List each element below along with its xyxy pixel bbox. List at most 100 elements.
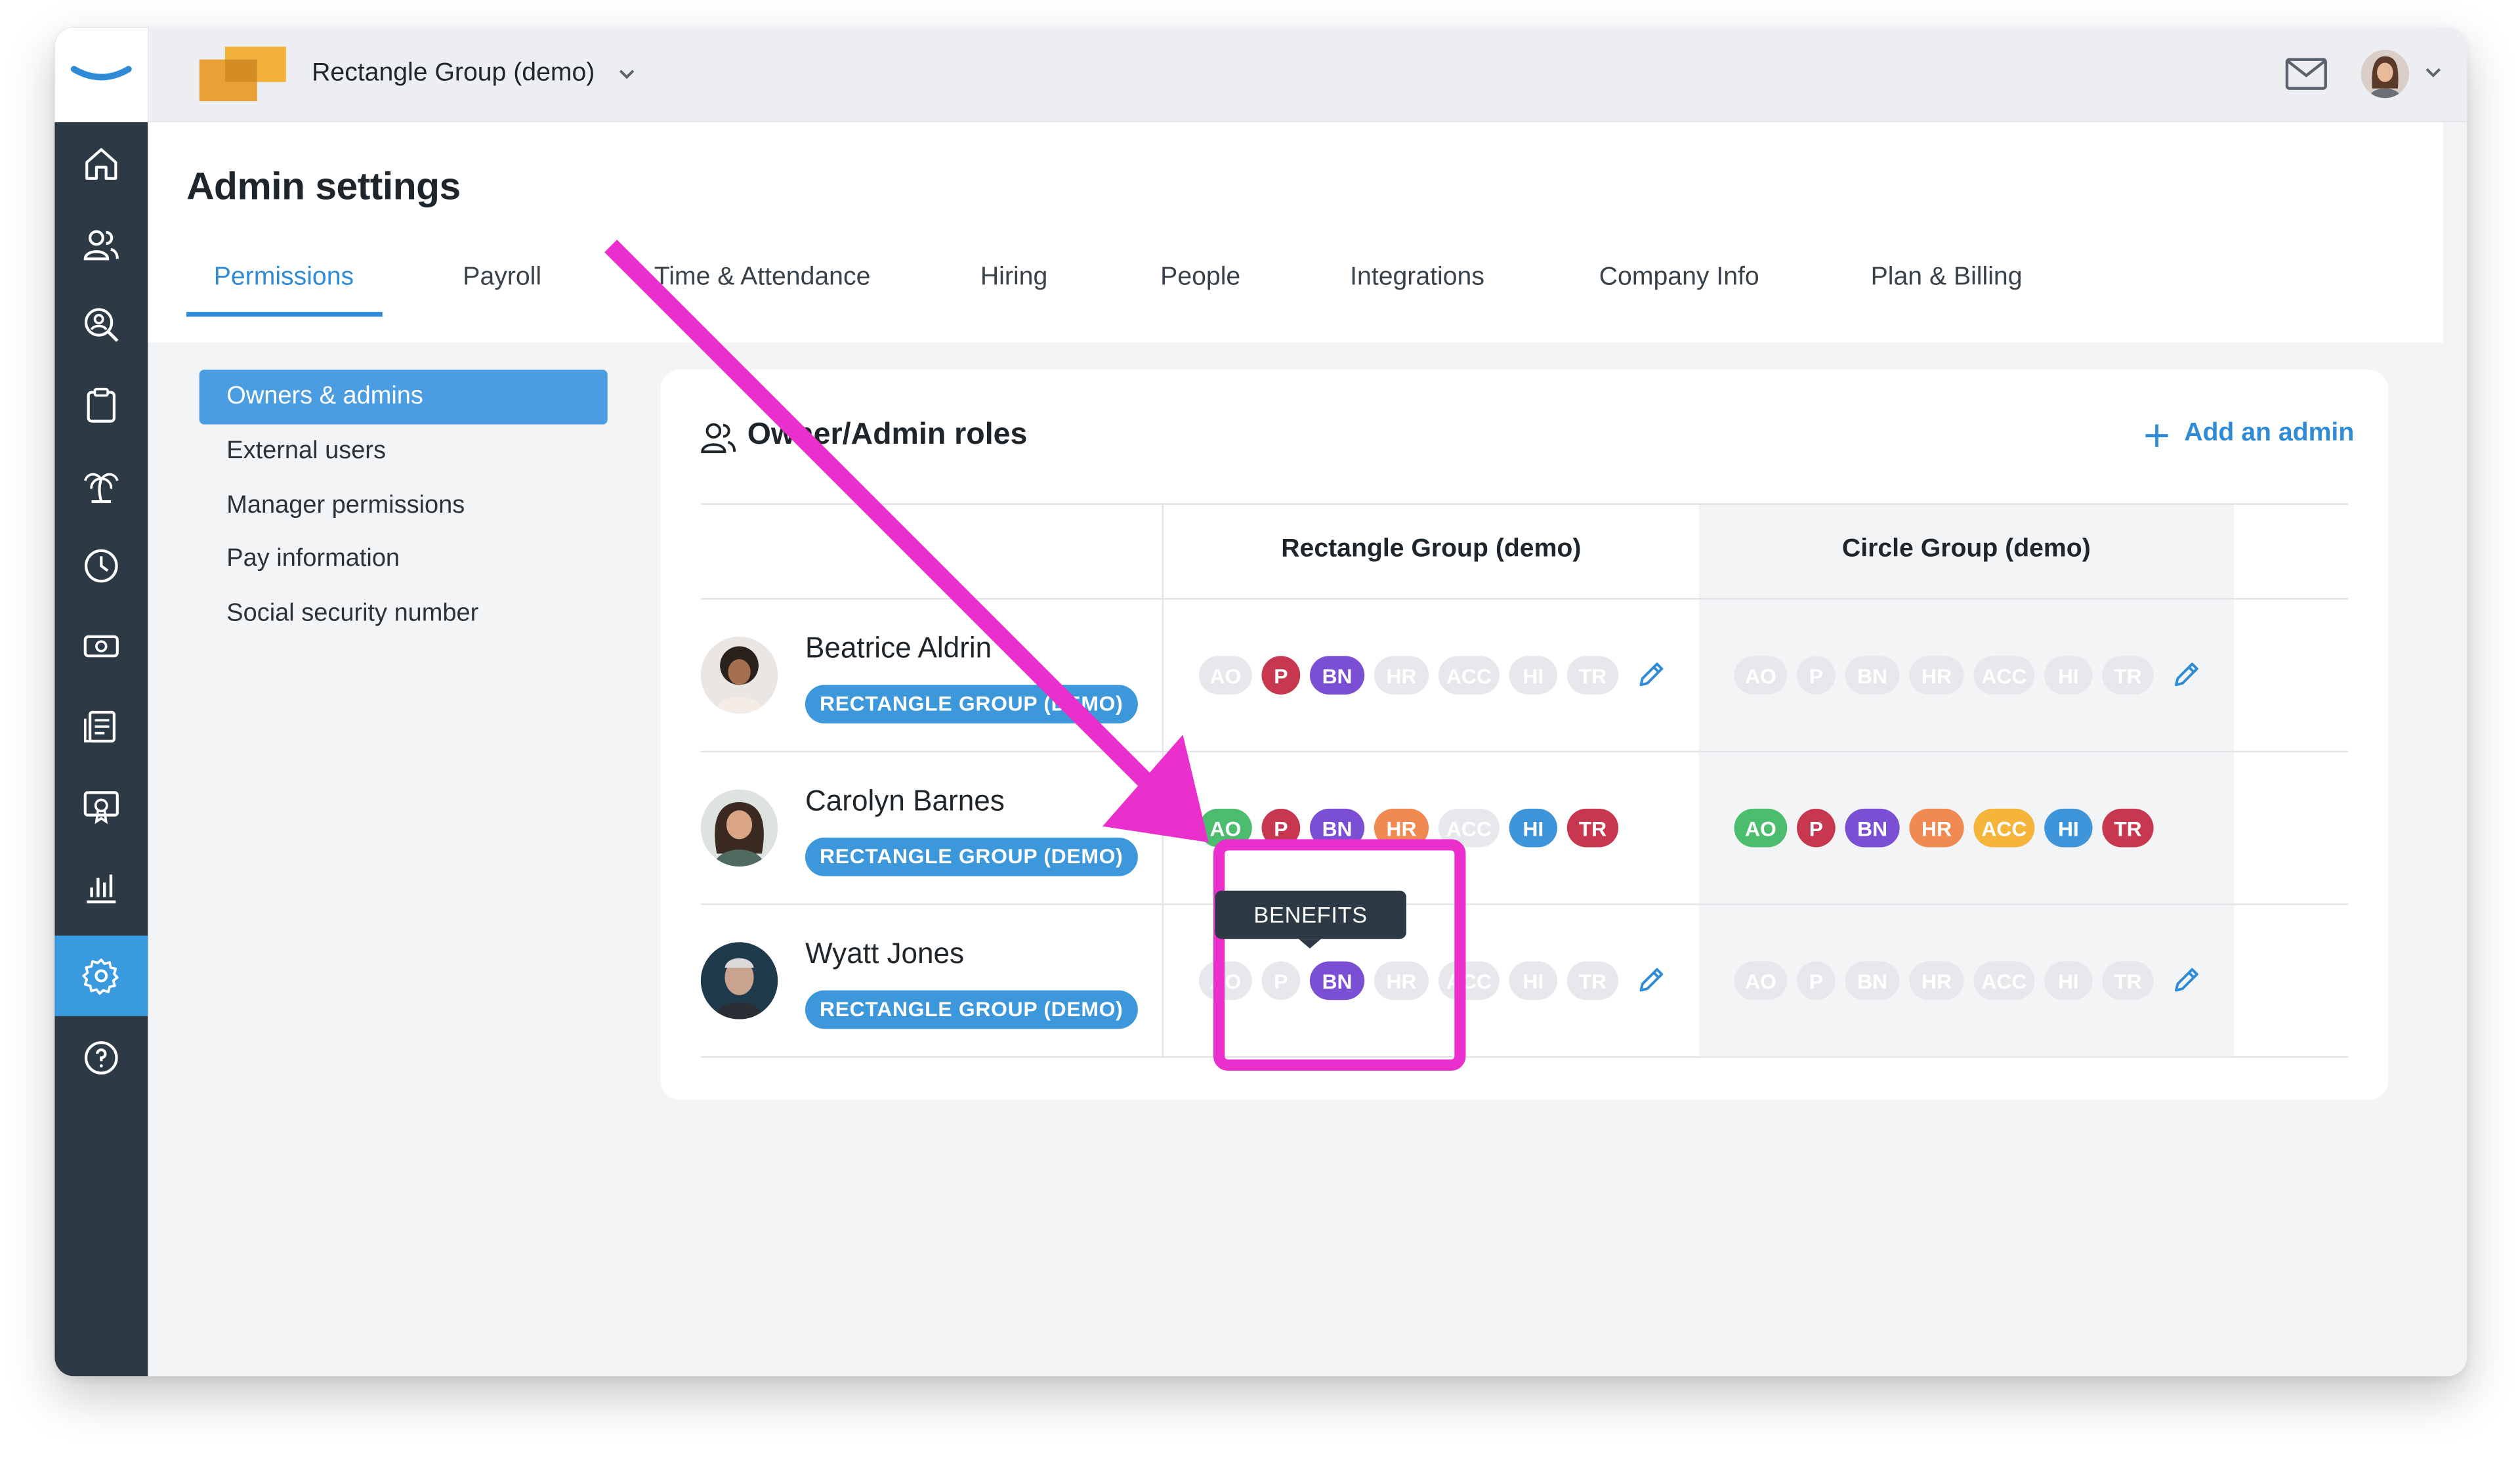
- highlight-box: [1213, 839, 1466, 1071]
- tab-integrations[interactable]: Integrations: [1350, 264, 1484, 293]
- person-name: Wyatt Jones: [805, 937, 965, 970]
- role-chips: AO P BN HR ACC HI TR: [1734, 808, 2163, 847]
- chevron-down-icon[interactable]: [2424, 63, 2443, 82]
- role-chip-hi[interactable]: HI: [1509, 961, 1558, 1000]
- pencil-icon[interactable]: [1636, 966, 1665, 995]
- people-icon: [83, 230, 119, 261]
- role-chip-hi[interactable]: HI: [1509, 656, 1558, 695]
- rail-help[interactable]: [54, 1018, 148, 1098]
- avatar: [700, 636, 778, 714]
- home-icon: [85, 148, 117, 180]
- role-chips: AO P BN HR ACC HI TR: [1734, 961, 2200, 1000]
- rail-benefits[interactable]: [54, 767, 148, 847]
- divider: [700, 903, 2348, 905]
- role-chip-bn[interactable]: BN: [1845, 656, 1900, 695]
- role-chip-tr[interactable]: TR: [1566, 961, 1619, 1000]
- top-bar: Rectangle Group (demo): [148, 27, 2468, 123]
- role-chip-hi[interactable]: HI: [2044, 808, 2093, 847]
- avatar: [700, 789, 778, 867]
- role-chip-tr[interactable]: TR: [1566, 656, 1619, 695]
- role-chip-tr[interactable]: TR: [2102, 961, 2154, 1000]
- rail-documents[interactable]: [54, 687, 148, 767]
- role-chip-ao[interactable]: AO: [1734, 656, 1788, 695]
- rail-settings[interactable]: [54, 935, 148, 1016]
- tab-hiring[interactable]: Hiring: [980, 264, 1047, 293]
- rail-people[interactable]: [54, 204, 148, 284]
- role-chip-tr[interactable]: TR: [2102, 656, 2154, 695]
- bar-chart-icon: [87, 874, 116, 904]
- group-tag: RECTANGLE GROUP (DEMO): [805, 685, 1138, 724]
- person-name: Beatrice Aldrin: [805, 632, 992, 664]
- mail-icon[interactable]: [2285, 58, 2327, 90]
- rail-time[interactable]: [54, 526, 148, 606]
- role-chip-p[interactable]: P: [1261, 656, 1301, 695]
- role-chip-ao[interactable]: AO: [1734, 961, 1788, 1000]
- role-chip-bn[interactable]: BN: [1309, 656, 1365, 695]
- pencil-icon[interactable]: [2172, 661, 2200, 690]
- role-chip-acc[interactable]: ACC: [1973, 808, 2035, 847]
- add-admin-button[interactable]: Add an admin: [2144, 419, 2354, 448]
- help-icon: [84, 1041, 118, 1075]
- rail-hiring[interactable]: [54, 284, 148, 364]
- app-logo[interactable]: [54, 27, 148, 123]
- people-icon: [701, 423, 736, 454]
- role-chip-ao[interactable]: AO: [1734, 808, 1788, 847]
- column-header-rectangle: Rectangle Group (demo): [1281, 535, 1582, 563]
- role-chip-hr[interactable]: HR: [1909, 656, 1964, 695]
- role-chip-p[interactable]: P: [1796, 808, 1836, 847]
- column-header-circle: Circle Group (demo): [1841, 535, 2091, 563]
- tooltip-text: BENEFITS: [1253, 901, 1368, 928]
- role-chip-p[interactable]: P: [1796, 656, 1836, 695]
- app-window: Rectangle Group (demo) Admin settings Pe…: [54, 27, 2468, 1377]
- role-chip-acc[interactable]: ACC: [1438, 656, 1500, 695]
- clipboard-icon: [87, 387, 116, 423]
- divider: [700, 598, 2348, 600]
- role-chip-ao[interactable]: AO: [1198, 656, 1252, 695]
- rail-payroll[interactable]: [54, 606, 148, 686]
- money-icon: [83, 635, 119, 658]
- avatar[interactable]: [2361, 49, 2410, 98]
- role-chip-hr[interactable]: HR: [1909, 961, 1964, 1000]
- rail-home[interactable]: [54, 124, 148, 204]
- rail-reports[interactable]: [54, 847, 148, 928]
- sidenav-external-users[interactable]: External users: [200, 425, 608, 479]
- group-tag: RECTANGLE GROUP (DEMO): [805, 990, 1138, 1029]
- role-chip-acc[interactable]: ACC: [1973, 656, 2035, 695]
- role-chips: AO P BN HR ACC HI TR: [1198, 656, 1665, 695]
- role-chip-hr[interactable]: HR: [1909, 808, 1964, 847]
- smile-logo-icon: [70, 66, 132, 81]
- role-chip-tr[interactable]: TR: [1566, 808, 1619, 847]
- role-chip-hi[interactable]: HI: [1509, 808, 1558, 847]
- rail-tasks[interactable]: [54, 365, 148, 445]
- sidenav-manager-permissions[interactable]: Manager permissions: [200, 479, 608, 534]
- sidenav-pay-information[interactable]: Pay information: [200, 532, 608, 587]
- role-chip-p[interactable]: P: [1796, 961, 1836, 1000]
- pencil-icon[interactable]: [1636, 661, 1665, 690]
- role-chip-hi[interactable]: HI: [2044, 656, 2093, 695]
- sidenav-owners-admins[interactable]: Owners & admins: [199, 370, 608, 425]
- avatar: [700, 942, 778, 1019]
- tab-permissions[interactable]: Permissions: [214, 264, 354, 293]
- role-chip-bn[interactable]: BN: [1845, 961, 1900, 1000]
- palm-tree-icon: [84, 473, 119, 504]
- tab-company-info[interactable]: Company Info: [1599, 264, 1759, 293]
- role-chip-acc[interactable]: ACC: [1973, 961, 2035, 1000]
- role-chip-tr[interactable]: TR: [2102, 808, 2154, 847]
- sidenav-ssn[interactable]: Social security number: [200, 587, 608, 641]
- role-chip-bn[interactable]: BN: [1845, 808, 1900, 847]
- tab-payroll[interactable]: Payroll: [463, 264, 541, 293]
- tab-people[interactable]: People: [1160, 264, 1240, 293]
- tooltip: BENEFITS: [1215, 890, 1406, 949]
- active-tab-indicator: [186, 312, 383, 317]
- document-icon: [83, 710, 116, 743]
- role-chip-hr[interactable]: HR: [1374, 656, 1429, 695]
- pencil-icon[interactable]: [2172, 966, 2200, 995]
- role-chips: AO P BN HR ACC HI TR: [1734, 656, 2200, 695]
- chevron-down-icon[interactable]: [616, 63, 638, 85]
- rail-time-off[interactable]: [54, 445, 148, 525]
- tab-plan-billing[interactable]: Plan & Billing: [1871, 264, 2023, 293]
- divider: [700, 1056, 2348, 1058]
- role-chip-hi[interactable]: HI: [2044, 961, 2093, 1000]
- company-switcher[interactable]: Rectangle Group (demo): [312, 60, 595, 89]
- tab-time-attendance[interactable]: Time & Attendance: [654, 264, 871, 293]
